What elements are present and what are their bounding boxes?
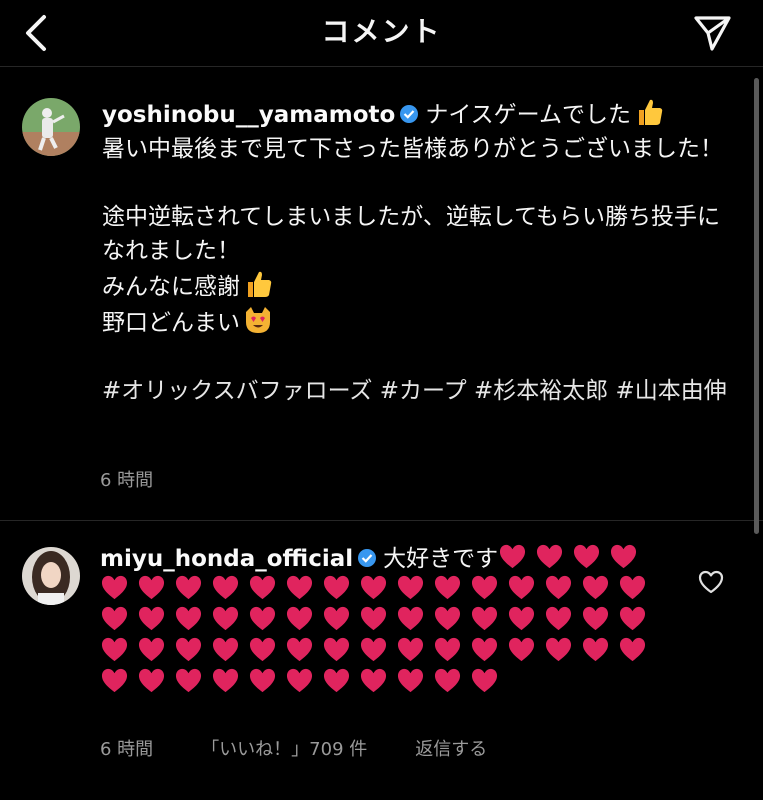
avatar[interactable] [22,547,80,605]
heart-emoji-icon [397,668,424,693]
heart-emoji-icon [471,668,498,693]
heart-emoji-icon [175,637,202,662]
heart-emoji-icon [212,606,239,631]
heart-emoji-icon [101,668,128,693]
heart-emoji-icon [434,575,461,600]
heart-emoji-icon [175,606,202,631]
like-button[interactable] [696,567,726,597]
heart-emoji-icon [434,668,461,693]
heart-emoji-icon [545,606,572,631]
heart-emoji-icon [434,637,461,662]
heart-emoji-icon [249,575,276,600]
heart-emoji-icon [249,668,276,693]
heart-emoji-icon [249,637,276,662]
reply-button[interactable]: 返信する [415,735,487,761]
heart-emoji-icon [537,544,563,569]
username[interactable]: miyu_honda_official [100,546,353,572]
heart-emoji-icon [138,668,165,693]
heart-emoji-icon [360,575,387,600]
heart-emoji-icon [500,544,526,569]
comment-timestamp: 6 時間 [100,739,154,760]
heart-emoji-icon [138,606,165,631]
caption-line: 野口どんまい [102,310,240,336]
post-caption: yoshinobu__yamamoto ナイスゲームでした 暑い中最後まで見て下さ… [0,66,763,521]
heart-emoji-icon [360,606,387,631]
page-title: コメント [321,15,442,48]
heart-emoji-icon [471,637,498,662]
caption-line: みんなに感謝 [102,274,240,300]
heart-emoji-icon [101,575,128,600]
heart-emoji-icon [397,606,424,631]
scrollbar[interactable] [754,78,759,534]
heart-emoji-icon [582,575,609,600]
heart-emoji-icon [360,668,387,693]
username[interactable]: yoshinobu__yamamoto [102,102,395,128]
heart-emoji-icon [619,606,646,631]
avatar[interactable] [22,98,80,156]
heart-emoji-icon [323,637,350,662]
post-caption-text: yoshinobu__yamamoto ナイスゲームでした 暑い中最後まで見て下さ… [102,96,732,408]
paper-plane-icon [694,16,731,51]
verified-badge-icon [400,105,419,123]
heart-eyes-cat-icon [246,307,270,333]
heart-emoji-icon [471,575,498,600]
heart-emoji-icon [101,637,128,662]
heart-emoji-icon [323,606,350,631]
heart-emoji-icon [619,637,646,662]
heart-emoji-icon [249,606,276,631]
heart-emoji-icon [323,668,350,693]
heart-emoji-icon [175,668,202,693]
heart-emoji-icon [286,668,313,693]
heart-emoji-icon [286,637,313,662]
caption-line: 途中逆転されてしまいましたが、逆転してもらい勝ち投手になれました！ [102,204,721,264]
comment-text: miyu_honda_official 大好きです [100,543,660,698]
heart-emoji-icon [545,637,572,662]
heart-emoji-icon [323,575,350,600]
comment-item: miyu_honda_official 大好きです 6 時間 「いいね！」709 … [0,521,763,800]
likes-count[interactable]: 「いいね！」709 件 [201,735,367,761]
post-timestamp: 6 時間 [100,470,154,491]
hashtags[interactable]: #オリックスバファローズ #カープ #杉本裕太郎 #山本由伸 [102,378,727,404]
heart-emoji-icon [138,575,165,600]
heart-emoji-icon [212,575,239,600]
comment-body: 大好きです [383,546,499,572]
heart-emoji-icon [508,606,535,631]
heart-emoji-icon [212,637,239,662]
heart-emoji-icon [360,637,387,662]
heart-emoji-icon [574,544,600,569]
heart-emoji-icon [471,606,498,631]
heart-emoji-icon [101,606,128,631]
heart-emoji-icon [582,606,609,631]
heart-emoji-icon [508,575,535,600]
heart-emoji-icon [582,637,609,662]
heart-outline-icon [698,570,724,594]
verified-badge-icon [358,549,377,567]
thumbs-up-icon [248,271,272,297]
caption-line: ナイスゲームでした [425,102,631,128]
thumbs-up-icon [638,99,663,125]
heart-emoji-icon [434,606,461,631]
heart-emoji-icon [175,575,202,600]
heart-emoji-icon [545,575,572,600]
heart-emoji-icon [138,637,165,662]
heart-emoji-icon [611,544,637,569]
heart-emoji-icon [619,575,646,600]
heart-emoji-icon [286,575,313,600]
heart-emoji-icon [397,575,424,600]
caption-line: 暑い中最後まで見て下さった皆様ありがとうございました！ [102,136,723,162]
heart-emoji-icon [212,668,239,693]
header-bar: コメント [0,0,763,67]
comment-meta: 6 時間 「いいね！」709 件 返信する [100,735,535,761]
heart-emoji-icon [286,606,313,631]
heart-emoji-icon [397,637,424,662]
send-button[interactable] [689,10,735,56]
heart-emoji-icon [508,637,535,662]
